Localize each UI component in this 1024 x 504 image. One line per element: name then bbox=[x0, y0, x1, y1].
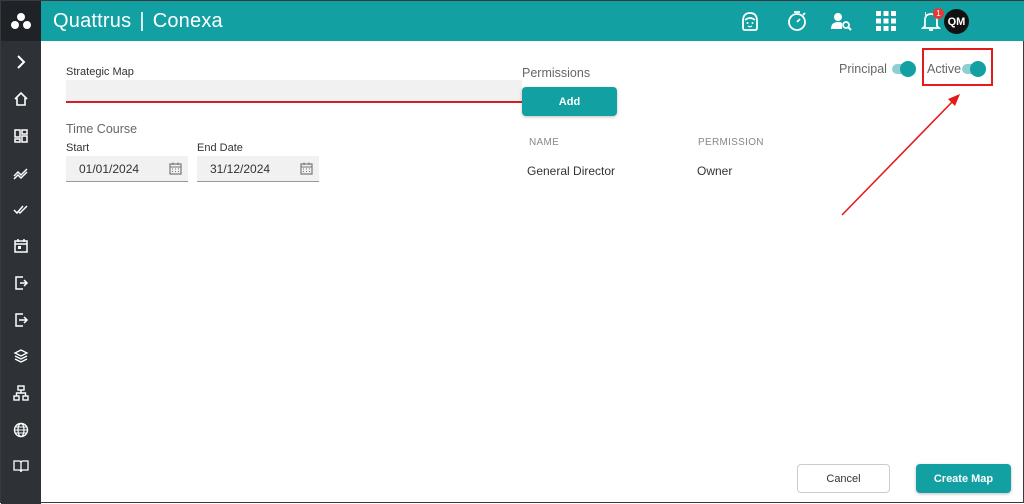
column-header-permission: PERMISSION bbox=[698, 137, 764, 148]
start-date-value: 01/01/2024 bbox=[79, 162, 140, 176]
import-icon[interactable] bbox=[1, 268, 41, 298]
principal-label: Principal bbox=[839, 62, 887, 76]
annotation-arrow bbox=[841, 94, 960, 216]
create-map-button[interactable]: Create Map bbox=[916, 464, 1011, 493]
start-label: Start bbox=[66, 142, 90, 154]
tasks-check-icon[interactable] bbox=[1, 194, 41, 224]
calendar-icon[interactable] bbox=[1, 231, 41, 261]
table-row-name: General Director bbox=[527, 164, 616, 178]
end-date-value: 31/12/2024 bbox=[210, 162, 271, 176]
hierarchy-icon[interactable] bbox=[1, 378, 41, 408]
brand-left: Quattrus bbox=[53, 9, 132, 32]
time-course-label: Time Course bbox=[66, 122, 138, 136]
home-icon[interactable] bbox=[1, 84, 41, 114]
end-date-field[interactable]: 31/12/2024 bbox=[197, 156, 319, 182]
brand-name: Quattrus | Conexa bbox=[53, 10, 223, 33]
app-logo-icon[interactable] bbox=[1, 1, 41, 41]
cancel-button[interactable]: Cancel bbox=[797, 464, 890, 493]
strategic-map-input[interactable] bbox=[66, 80, 522, 103]
add-permission-button[interactable]: Add bbox=[522, 87, 617, 116]
brand-separator: | bbox=[139, 9, 145, 32]
end-date-label: End Date bbox=[197, 142, 243, 154]
layers-icon[interactable] bbox=[1, 341, 41, 371]
brand-right: Conexa bbox=[152, 9, 223, 32]
stopwatch-icon[interactable] bbox=[783, 7, 811, 35]
start-date-field[interactable]: 01/01/2024 bbox=[66, 156, 188, 182]
expand-sidebar-icon[interactable] bbox=[1, 47, 41, 77]
column-header-name: NAME bbox=[529, 137, 560, 148]
export-icon[interactable] bbox=[1, 305, 41, 335]
table-row-permission: Owner bbox=[697, 164, 733, 178]
dashboard-icon[interactable] bbox=[1, 121, 41, 151]
header-divider bbox=[925, 12, 926, 29]
globe-icon[interactable] bbox=[1, 415, 41, 445]
trend-icon[interactable] bbox=[1, 158, 41, 188]
calendar-icon[interactable] bbox=[300, 162, 313, 175]
notification-badge: 1 bbox=[933, 8, 944, 19]
user-search-icon[interactable] bbox=[827, 7, 855, 35]
book-icon[interactable] bbox=[1, 451, 41, 481]
strategic-map-label: Strategic Map bbox=[66, 66, 134, 78]
permissions-title: Permissions bbox=[522, 66, 591, 80]
assistant-face-icon[interactable] bbox=[736, 7, 764, 35]
principal-toggle-knob bbox=[900, 61, 916, 77]
apps-grid-icon[interactable] bbox=[872, 7, 900, 35]
sidebar bbox=[1, 1, 41, 504]
annotation-highlight-box bbox=[922, 48, 993, 86]
calendar-icon[interactable] bbox=[169, 162, 182, 175]
notifications-bell-icon[interactable]: 1 bbox=[917, 7, 945, 35]
principal-toggle[interactable] bbox=[892, 61, 916, 77]
user-avatar[interactable]: QM bbox=[944, 9, 969, 34]
